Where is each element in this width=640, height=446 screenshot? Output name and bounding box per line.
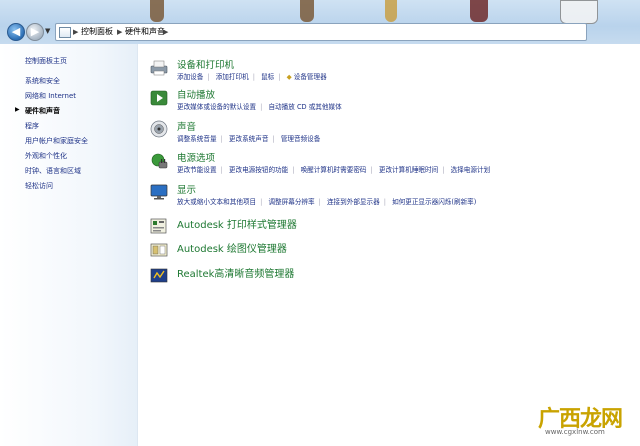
back-arrow-icon: ◀ <box>11 25 21 38</box>
link-fix-flicker[interactable]: 如何更正显示器闪烁(刷新率) <box>392 198 476 206</box>
sidebar-item-programs[interactable]: 程序 <box>25 121 39 131</box>
category-links-devices-printers: 添加设备 | 添加打印机 | 鼠标 | ◆ 设备管理器 <box>177 73 327 81</box>
speaker-icon <box>150 120 168 138</box>
control-panel-icon <box>59 27 71 38</box>
link-change-media-defaults[interactable]: 更改媒体或设备的默认设置 <box>177 103 256 111</box>
link-add-printer[interactable]: 添加打印机 <box>216 73 249 81</box>
category-title-devices-printers[interactable]: 设备和打印机 <box>177 57 234 71</box>
realtek-audio-icon <box>150 268 168 283</box>
background-decoration <box>560 0 598 24</box>
forward-button[interactable]: ▶ <box>26 23 44 41</box>
recent-pages-dropdown[interactable]: ▼ <box>45 27 50 35</box>
link-device-manager[interactable]: 设备管理器 <box>294 73 327 81</box>
sidebar-item-appearance[interactable]: 外观和个性化 <box>25 151 67 161</box>
link-screen-resolution[interactable]: 调整屏幕分辨率 <box>268 198 314 206</box>
breadcrumb-separator-icon: ▶ <box>73 28 79 36</box>
link-autoplay-cd[interactable]: 自动播放 CD 或其他媒体 <box>268 103 341 111</box>
category-title-autoplay[interactable]: 自动播放 <box>177 87 215 101</box>
background-decoration <box>385 0 397 22</box>
category-title-power-options[interactable]: 电源选项 <box>177 150 215 164</box>
autodesk-plotter-icon <box>150 243 168 257</box>
link-change-power-saving[interactable]: 更改节能设置 <box>177 166 217 174</box>
breadcrumb-separator-icon: ▶ <box>163 28 169 36</box>
window-chrome: ◀ ▶ ▼ ▶ 控制面板 ▶ 硬件和声音 ▶ <box>0 0 640 44</box>
link-mouse[interactable]: 鼠标 <box>261 73 274 81</box>
autodesk-print-style-icon <box>150 218 167 234</box>
sidebar-item-system-security[interactable]: 系统和安全 <box>25 76 60 86</box>
link-choose-power-plan[interactable]: 选择电源计划 <box>451 166 491 174</box>
sidebar-item-network-internet[interactable]: 网络和 Internet <box>25 91 76 101</box>
link-manage-audio-devices[interactable]: 管理音频设备 <box>281 135 321 143</box>
category-links-sound: 调整系统音量 | 更改系统声音 | 管理音频设备 <box>177 135 321 143</box>
category-links-autoplay: 更改媒体或设备的默认设置 | 自动播放 CD 或其他媒体 <box>177 103 342 111</box>
link-change-power-button[interactable]: 更改电源按钮的功能 <box>229 166 288 174</box>
control-panel-home-link[interactable]: 控制面板主页 <box>25 56 67 66</box>
link-text-size[interactable]: 放大或缩小文本和其他项目 <box>177 198 256 206</box>
current-location-bullet-icon: ▶ <box>15 106 20 113</box>
category-title-display[interactable]: 显示 <box>177 182 196 196</box>
category-links-display: 放大或缩小文本和其他项目 | 调整屏幕分辨率 | 连接到外部显示器 | 如何更正显示器… <box>177 198 477 206</box>
autoplay-icon <box>150 90 168 106</box>
back-button[interactable]: ◀ <box>7 23 25 41</box>
category-links-power-options: 更改节能设置 | 更改电源按钮的功能 | 唤醒计算机时需要密码 | 更改计算机睡眠时间… <box>177 166 491 174</box>
power-options-icon <box>151 153 168 169</box>
left-nav-pane: 控制面板主页 系统和安全 网络和 Internet ▶ 硬件和声音 程序 用户帐… <box>0 44 138 446</box>
category-title-autodesk-print-style[interactable]: Autodesk 打印样式管理器 <box>177 216 297 231</box>
forward-arrow-icon: ▶ <box>30 25 40 38</box>
breadcrumb-hardware-sound[interactable]: 硬件和声音 <box>125 24 165 40</box>
sidebar-item-user-accounts[interactable]: 用户帐户和家庭安全 <box>25 136 88 146</box>
background-decoration <box>150 0 164 22</box>
link-change-sleep-time[interactable]: 更改计算机睡眠时间 <box>379 166 438 174</box>
category-title-realtek-audio[interactable]: Realtek高清晰音频管理器 <box>177 265 294 280</box>
breadcrumb-separator-icon: ▶ <box>117 28 123 36</box>
sidebar-item-hardware-sound[interactable]: 硬件和声音 <box>25 106 60 116</box>
link-external-display[interactable]: 连接到外部显示器 <box>327 198 380 206</box>
uac-shield-icon: ◆ <box>286 73 292 81</box>
breadcrumb-control-panel[interactable]: 控制面板 <box>81 24 113 40</box>
link-add-device[interactable]: 添加设备 <box>177 73 203 81</box>
address-bar[interactable]: ▶ 控制面板 ▶ 硬件和声音 ▶ <box>55 23 587 41</box>
background-decoration <box>300 0 314 22</box>
sidebar-item-clock-language[interactable]: 时钟、语言和区域 <box>25 166 81 176</box>
category-title-autodesk-plotter[interactable]: Autodesk 绘图仪管理器 <box>177 240 287 255</box>
link-change-system-sounds[interactable]: 更改系统声音 <box>229 135 269 143</box>
link-require-password-wake[interactable]: 唤醒计算机时需要密码 <box>301 166 367 174</box>
watermark-url: www.cgxlnw.com <box>545 428 605 436</box>
display-icon <box>150 184 168 200</box>
sidebar-item-ease-of-access[interactable]: 轻松访问 <box>25 181 53 191</box>
link-adjust-volume[interactable]: 调整系统音量 <box>177 135 217 143</box>
printer-icon <box>150 60 168 76</box>
category-title-sound[interactable]: 声音 <box>177 119 196 133</box>
background-decoration <box>470 0 488 22</box>
